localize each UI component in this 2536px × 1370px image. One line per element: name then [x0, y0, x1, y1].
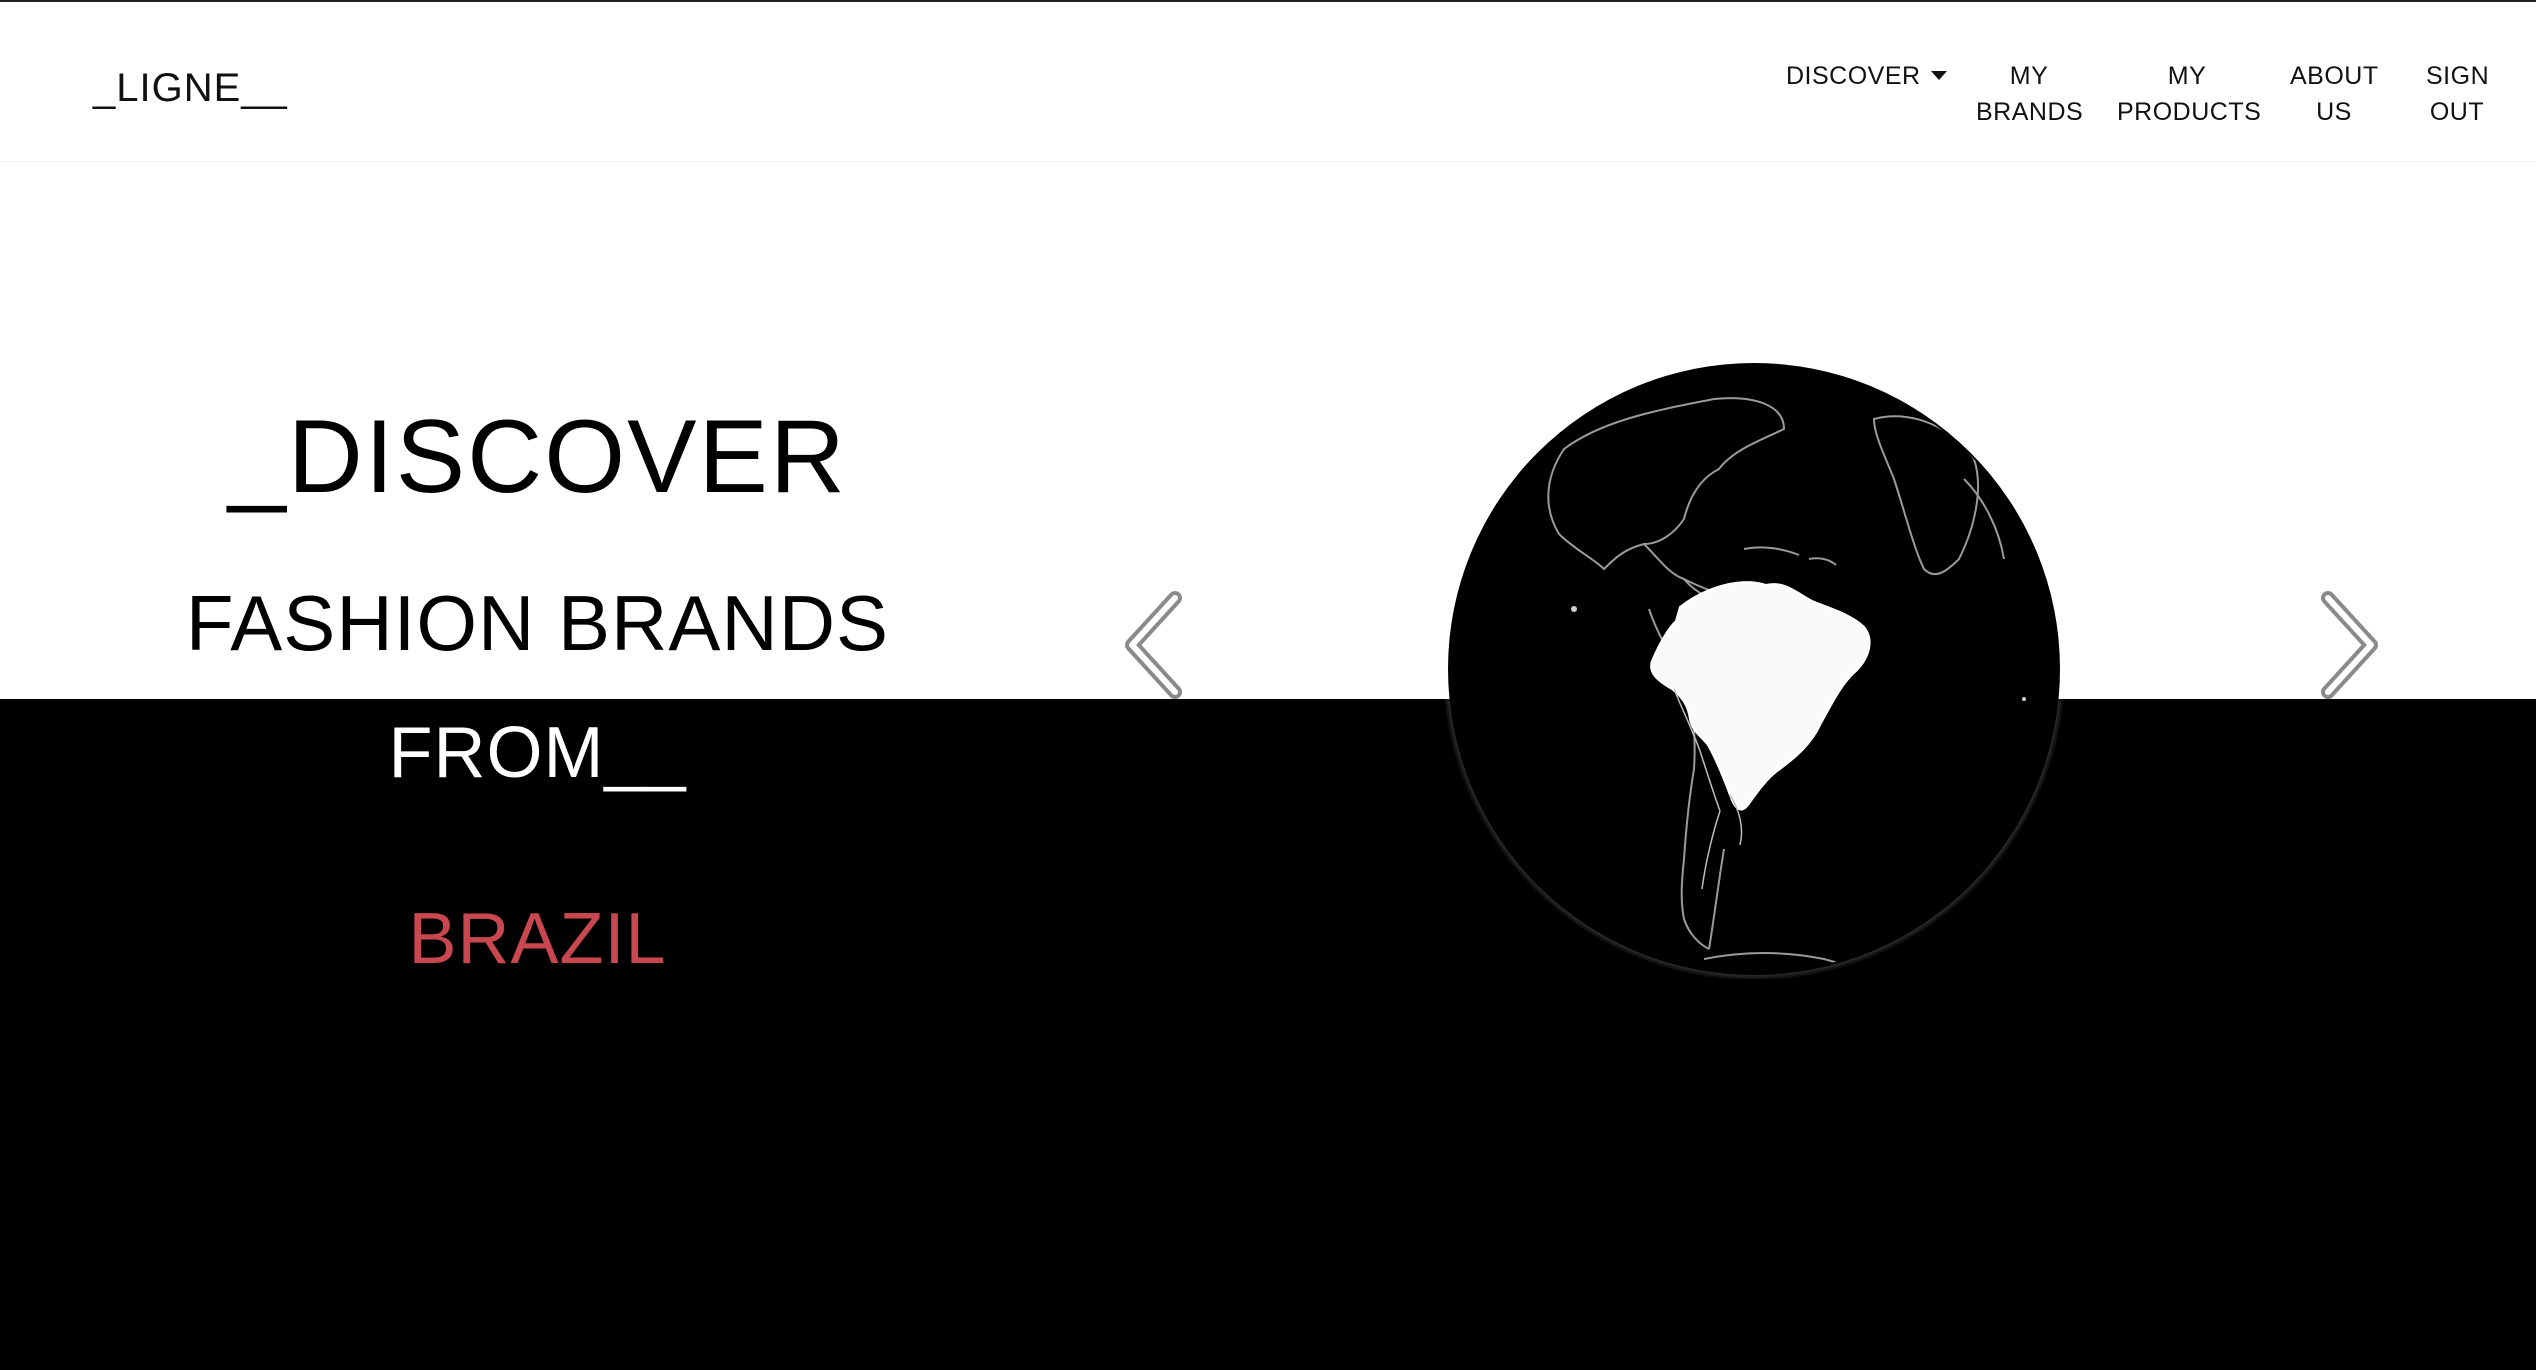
hero-country-name[interactable]: BRAZIL	[0, 898, 1075, 980]
nav-about-us-line2: US	[2316, 98, 2352, 126]
nav-discover-dropdown[interactable]: DISCOVER	[1786, 58, 1947, 94]
navbar: _LIGNE__ DISCOVER MY BRANDS MY PRODUCTS …	[0, 0, 2536, 162]
caret-down-icon	[1930, 71, 1947, 80]
nav-my-products-line2: PRODUCTS	[2117, 98, 2262, 126]
chevron-right-icon	[2321, 591, 2378, 699]
nav-my-brands-line1: MY	[2009, 62, 2049, 90]
hero-heading-fashion-brands: FASHION BRANDS	[185, 579, 890, 667]
chevron-left-icon	[1125, 591, 1182, 699]
page: _LIGNE__ DISCOVER MY BRANDS MY PRODUCTS …	[0, 0, 2536, 1370]
hero-bottom-background	[0, 699, 2536, 1370]
nav-about-us[interactable]: ABOUT US	[2290, 58, 2378, 130]
brand-logo[interactable]: _LIGNE__	[93, 66, 288, 111]
hero-heading-discover: _DISCOVER	[227, 399, 848, 515]
nav-sign-out-line1: SIGN	[2426, 62, 2490, 90]
nav-sign-out-line2: OUT	[2429, 98, 2485, 126]
nav-discover-label: DISCOVER	[1786, 62, 1921, 90]
hero-heading-from: FROM__	[388, 713, 687, 793]
nav-about-us-line1: ABOUT	[2290, 62, 2379, 90]
nav-my-brands-line2: BRANDS	[1976, 98, 2084, 126]
globe-icon	[1442, 357, 2066, 981]
nav-my-brands[interactable]: MY BRANDS	[1976, 58, 2084, 130]
carousel-prev-button[interactable]	[1120, 590, 1190, 700]
globe-image[interactable]	[1442, 357, 2066, 981]
nav-my-products-line1: MY	[2167, 62, 2207, 90]
nav-my-products[interactable]: MY PRODUCTS	[2117, 58, 2262, 130]
carousel-next-button[interactable]	[2313, 590, 2383, 700]
nav-sign-out[interactable]: SIGN OUT	[2426, 58, 2490, 130]
